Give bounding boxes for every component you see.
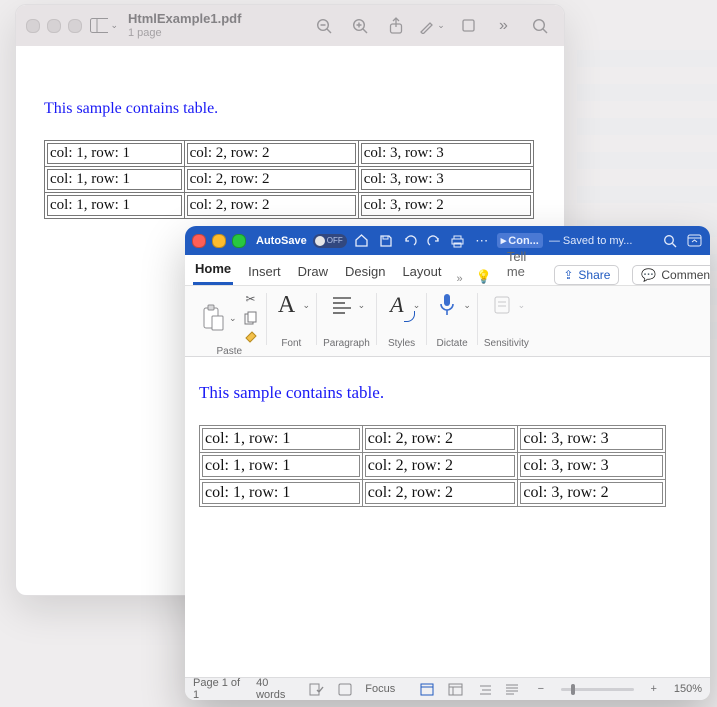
zoom-slider[interactable] (561, 688, 634, 691)
group-label: Sensitivity (484, 338, 529, 349)
status-words[interactable]: 40 words (256, 677, 297, 700)
copy-icon[interactable] (242, 309, 260, 327)
print-icon[interactable] (449, 232, 467, 250)
tab-tellme[interactable]: Tell me (505, 243, 529, 285)
paragraph-menu-arrow[interactable]: ⌄ (358, 300, 366, 311)
save-icon[interactable] (377, 232, 395, 250)
traffic-lights[interactable] (26, 19, 82, 33)
share-button[interactable] (382, 12, 410, 40)
share-icon: ⇪ (563, 268, 573, 282)
styles-menu-arrow[interactable]: ⌄ (413, 300, 421, 311)
ribbon-tabs: Home Insert Draw Design Layout » 💡 Tell … (185, 255, 710, 286)
group-font: A⌄ Font (267, 290, 317, 349)
styles-icon[interactable]: A (383, 290, 411, 320)
spellcheck-icon[interactable] (309, 680, 325, 698)
ellipsis-icon[interactable]: ⋯ (473, 232, 491, 250)
doc-heading: This sample contains table. (199, 383, 696, 403)
comments-button[interactable]: 💬Comments (632, 265, 710, 285)
autosave-label: AutoSave (256, 235, 307, 247)
cut-icon[interactable]: ✂ (242, 290, 260, 308)
home-icon[interactable] (353, 232, 371, 250)
view-outline-icon[interactable] (476, 680, 492, 698)
group-label: Paragraph (323, 338, 370, 349)
font-menu-arrow[interactable]: ⌄ (303, 300, 311, 311)
group-clipboard: ⌄ ✂ Paste (193, 290, 266, 349)
doc-table: col: 1, row: 1col: 2, row: 2col: 3, row:… (44, 140, 534, 219)
zoom-in-button[interactable]: + (646, 680, 662, 698)
search-button[interactable] (526, 12, 554, 40)
word-statusbar: Page 1 of 1 40 words Focus − + 150% (185, 677, 710, 700)
more-tabs-icon[interactable]: » (457, 273, 463, 285)
group-label: Styles (388, 338, 415, 349)
dictate-menu-arrow[interactable]: ⌄ (463, 300, 471, 311)
group-paragraph: ⌄ Paragraph (317, 290, 376, 349)
more-button[interactable]: » (490, 12, 518, 40)
tab-home[interactable]: Home (193, 255, 233, 285)
doc-table[interactable]: col: 1, row: 1col: 2, row: 2col: 3, row:… (199, 425, 666, 507)
sidebar-toggle-button[interactable]: ⌄ (90, 12, 118, 40)
title-status: — Saved to my... (549, 235, 655, 247)
word-window: AutoSave OFF ⋯ ▸Con... — Saved to my... … (185, 226, 710, 700)
preview-document: This sample contains table. col: 1, row:… (16, 46, 564, 239)
autosave-toggle[interactable]: OFF (313, 234, 347, 248)
word-document[interactable]: This sample contains table. col: 1, row:… (185, 357, 710, 693)
focus-icon[interactable] (337, 680, 353, 698)
comment-icon: 💬 (641, 268, 656, 282)
paste-icon[interactable] (199, 303, 227, 333)
group-label: Paste (216, 346, 242, 357)
group-dictate: ⌄ Dictate (427, 290, 477, 349)
preview-filename: HtmlExample1.pdf (128, 12, 241, 26)
format-painter-icon[interactable] (242, 328, 260, 346)
doc-heading: This sample contains table. (44, 100, 536, 118)
ribbon-panel: ⌄ ✂ Paste A⌄ Font ⌄ Paragraph A⌄ Styles (185, 286, 710, 357)
share-button[interactable]: ⇪Share (554, 265, 619, 285)
rotate-button[interactable] (454, 12, 482, 40)
preview-toolbar: ⌄ HtmlExample1.pdf 1 page ⌄ » (16, 5, 564, 46)
markup-button[interactable]: ⌄ (418, 12, 446, 40)
lightbulb-icon: 💡 (476, 269, 492, 285)
tab-insert[interactable]: Insert (246, 258, 283, 285)
tab-layout[interactable]: Layout (400, 258, 443, 285)
group-label: Dictate (437, 338, 468, 349)
view-print-icon[interactable] (419, 680, 435, 698)
preview-subtitle: 1 page (128, 27, 241, 39)
ribbon-toggle-icon[interactable] (685, 232, 703, 250)
search-icon[interactable] (661, 232, 679, 250)
sensitivity-icon (488, 290, 516, 320)
view-draft-icon[interactable] (504, 680, 520, 698)
preview-title: HtmlExample1.pdf 1 page (128, 12, 241, 38)
group-sensitivity: ⌄ Sensitivity (478, 290, 535, 349)
tab-draw[interactable]: Draw (296, 258, 330, 285)
zoom-in-button[interactable] (346, 12, 374, 40)
group-label: Font (281, 338, 301, 349)
traffic-lights[interactable] (192, 234, 246, 248)
status-focus[interactable]: Focus (365, 683, 395, 695)
redo-icon[interactable] (425, 232, 443, 250)
zoom-level[interactable]: 150% (674, 683, 702, 695)
group-styles: A⌄ Styles (377, 290, 427, 349)
zoom-out-button[interactable] (310, 12, 338, 40)
zoom-out-button[interactable]: − (533, 680, 549, 698)
status-page[interactable]: Page 1 of 1 (193, 677, 244, 700)
paste-menu-arrow[interactable]: ⌄ (229, 313, 237, 324)
word-titlebar: AutoSave OFF ⋯ ▸Con... — Saved to my... (185, 226, 710, 255)
font-icon[interactable]: A (273, 290, 301, 320)
undo-icon[interactable] (401, 232, 419, 250)
dictate-icon[interactable] (433, 290, 461, 320)
view-web-icon[interactable] (448, 680, 464, 698)
tab-design[interactable]: Design (343, 258, 387, 285)
paragraph-icon[interactable] (328, 290, 356, 320)
